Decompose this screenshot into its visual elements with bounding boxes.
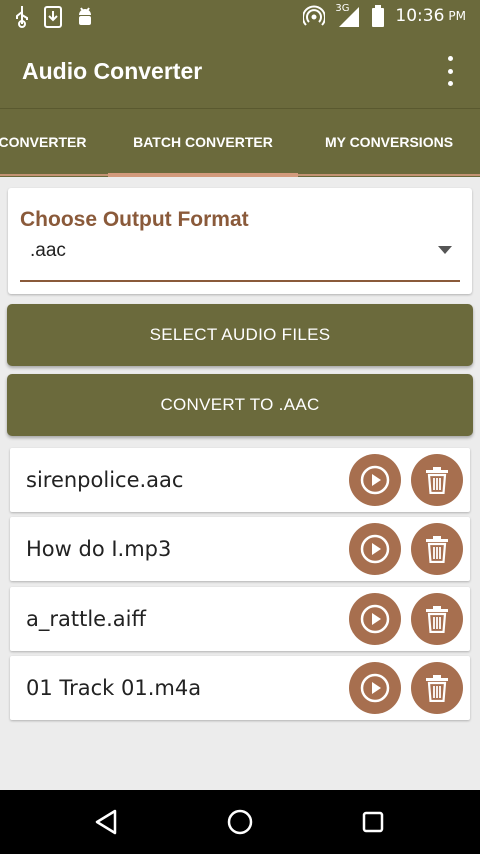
- back-button[interactable]: [90, 806, 122, 838]
- home-icon: [227, 809, 253, 835]
- menu-dot: [447, 68, 453, 74]
- file-list-item: a_rattle.aiff: [10, 587, 470, 651]
- trash-icon: [426, 675, 448, 702]
- output-format-value: .aac: [30, 240, 66, 261]
- file-list-item: sirenpolice.aac: [10, 448, 470, 512]
- recents-button[interactable]: [357, 806, 389, 838]
- play-button[interactable]: [349, 593, 401, 645]
- recents-icon: [362, 811, 384, 833]
- play-button[interactable]: [349, 454, 401, 506]
- output-format-label: Choose Output Format: [20, 208, 249, 231]
- play-button[interactable]: [349, 662, 401, 714]
- status-bar: 3G 10:36 PM: [0, 0, 480, 36]
- menu-dot: [447, 81, 453, 86]
- tab-my-conversions[interactable]: MY CONVERSIONS: [308, 109, 470, 177]
- tab-divider: [0, 174, 480, 176]
- battery-icon: [372, 5, 385, 27]
- hotspot-icon: [303, 5, 326, 26]
- usb-icon: [16, 6, 28, 28]
- file-name: 01 Track 01.m4a: [26, 676, 202, 700]
- delete-button[interactable]: [411, 593, 463, 645]
- tab-converter[interactable]: CONVERTER: [0, 109, 95, 177]
- clock: 10:36: [395, 6, 445, 26]
- status-right: 3G 10:36 PM: [303, 3, 466, 27]
- trash-icon: [426, 467, 448, 494]
- output-format-card: Choose Output Format .aac: [8, 188, 472, 294]
- tab-bar: CONVERTER BATCH CONVERTER MY CONVERSIONS: [0, 108, 480, 177]
- play-icon: [360, 673, 390, 703]
- menu-dot: [447, 56, 453, 61]
- delete-button[interactable]: [411, 454, 463, 506]
- navigation-bar: [0, 790, 480, 854]
- file-name: a_rattle.aiff: [26, 607, 146, 631]
- trash-icon: [426, 536, 448, 563]
- more-vert-icon[interactable]: [438, 56, 462, 86]
- clock-meridiem: PM: [448, 9, 466, 23]
- play-icon: [360, 534, 390, 564]
- signal-icon: 3G: [335, 3, 361, 27]
- convert-button[interactable]: CONVERT TO .AAC: [7, 374, 473, 436]
- dropdown-caret-icon: [438, 246, 452, 254]
- trash-icon: [426, 606, 448, 633]
- delete-button[interactable]: [411, 662, 463, 714]
- status-left-icons: [14, 6, 94, 28]
- file-name: sirenpolice.aac: [26, 468, 184, 492]
- android-debug-icon: [79, 7, 91, 25]
- back-icon: [95, 809, 117, 835]
- app-title: Audio Converter: [22, 58, 203, 84]
- play-button[interactable]: [349, 523, 401, 575]
- tab-batch-converter[interactable]: BATCH CONVERTER: [108, 109, 298, 177]
- select-audio-files-button[interactable]: SELECT AUDIO FILES: [7, 304, 473, 366]
- file-list-item: 01 Track 01.m4a: [10, 656, 470, 720]
- delete-button[interactable]: [411, 523, 463, 575]
- file-name: How do I.mp3: [26, 537, 172, 561]
- play-icon: [360, 465, 390, 495]
- play-icon: [360, 604, 390, 634]
- app-bar: Audio Converter: [0, 36, 480, 108]
- download-icon: [44, 6, 62, 28]
- output-format-dropdown[interactable]: .aac: [20, 236, 460, 282]
- home-button[interactable]: [224, 806, 256, 838]
- file-list-item: How do I.mp3: [10, 517, 470, 581]
